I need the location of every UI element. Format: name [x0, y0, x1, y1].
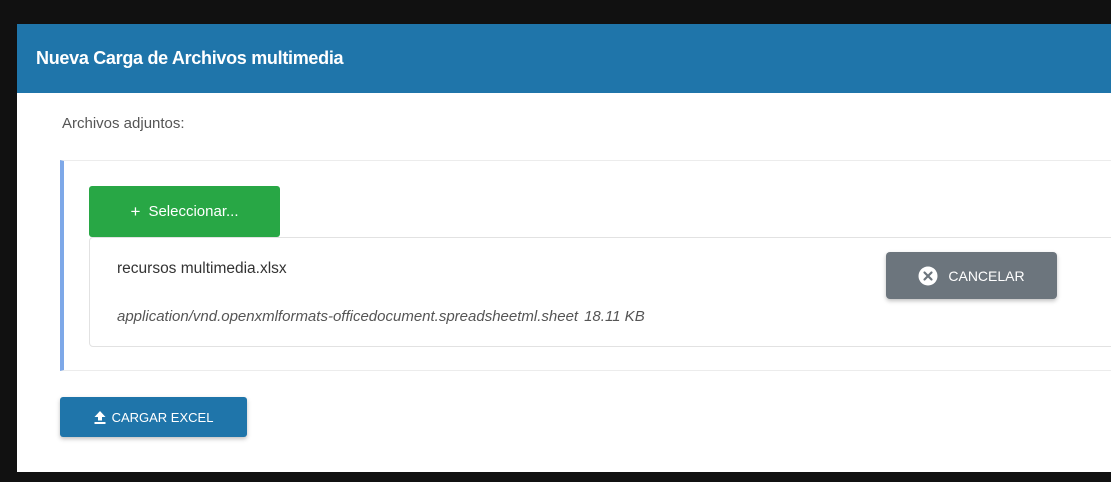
select-files-button[interactable]: + Seleccionar...: [89, 186, 280, 237]
close-circle-icon: [918, 266, 938, 286]
cancel-upload-button[interactable]: CANCELAR: [886, 252, 1057, 299]
dialog-title: Nueva Carga de Archivos multimedia: [36, 48, 344, 68]
upload-excel-button[interactable]: CARGAR EXCEL: [60, 397, 247, 437]
cancel-upload-label: CANCELAR: [948, 267, 1025, 284]
file-size: 18.11 KB: [584, 308, 645, 325]
select-files-label: Seleccionar...: [148, 203, 239, 220]
attachments-label: Archivos adjuntos:: [62, 115, 185, 132]
screen: Nueva Carga de Archivos multimedia Archi…: [0, 0, 1111, 482]
plus-icon: +: [130, 201, 141, 221]
upload-icon: [94, 410, 106, 424]
upload-excel-label: CARGAR EXCEL: [111, 409, 214, 425]
file-item: recursos multimedia.xlsx application/vnd…: [89, 237, 1111, 347]
file-mime-type: application/vnd.openxmlformats-officedoc…: [117, 308, 579, 325]
file-meta: application/vnd.openxmlformats-officedoc…: [117, 308, 645, 325]
dialog-header: Nueva Carga de Archivos multimedia: [17, 24, 1111, 93]
upload-dialog: Nueva Carga de Archivos multimedia Archi…: [17, 24, 1111, 472]
file-name: recursos multimedia.xlsx: [117, 260, 287, 277]
upload-panel: + Seleccionar... recursos multimedia.xls…: [60, 160, 1111, 371]
